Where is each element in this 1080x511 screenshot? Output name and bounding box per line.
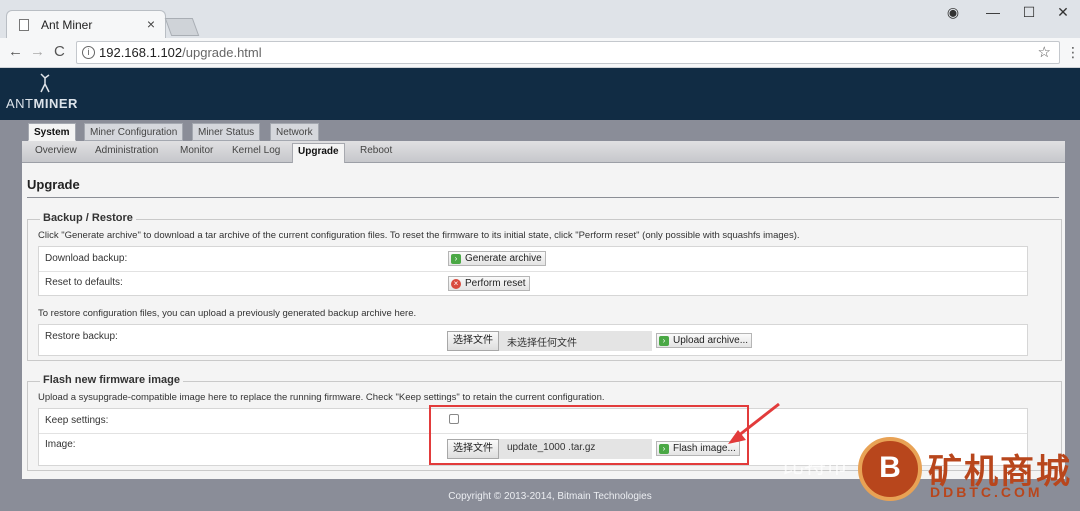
tab-miner-configuration[interactable]: Miner Configuration [84,123,184,141]
subtab-upgrade[interactable]: Upgrade [292,143,345,163]
page-title: Upgrade [27,177,80,192]
subtab-administration[interactable]: Administration [95,145,158,156]
tab-miner-status[interactable]: Miner Status [192,123,261,141]
section-legend: Backup / Restore [40,212,136,224]
close-window-button[interactable]: ✕ [1048,4,1078,24]
bookmark-star-icon[interactable]: ☆ [1038,43,1051,61]
maximize-button[interactable]: ☐ [1014,4,1044,24]
subtab-overview[interactable]: Overview [35,145,77,156]
logo-text: ANTMINER [6,96,78,111]
arrow-right-icon: › [451,254,461,264]
tab-title: Ant Miner [41,18,93,32]
profile-icon[interactable]: ◉ [938,4,968,24]
reset-defaults-label: Reset to defaults: [45,277,123,288]
keep-settings-label: Keep settings: [45,415,109,426]
page-icon [19,19,29,31]
image-label: Image: [45,439,76,450]
perform-reset-button[interactable]: × Perform reset [448,276,530,291]
browser-menu-icon[interactable]: ⋮ [1066,44,1080,61]
copyright-footer: Copyright © 2013-2014, Bitmain Technolog… [448,491,652,502]
arrow-right-icon: › [659,336,669,346]
reset-icon: × [451,279,461,289]
ant-logo-icon [38,72,52,99]
new-tab-button[interactable] [164,18,200,36]
watermark-logo: B [858,437,922,501]
tab-system[interactable]: System [28,123,76,141]
flash-description: Upload a sysupgrade-compatible image her… [38,392,605,403]
download-backup-label: Download backup: [45,253,128,264]
section-legend: Flash new firmware image [40,374,183,386]
minimize-button[interactable]: — [978,4,1008,24]
backup-rows: Download backup: › Generate archive Rese… [38,246,1028,296]
tab-network[interactable]: Network [270,123,319,141]
subtab-monitor[interactable]: Monitor [180,145,213,156]
back-arrow-icon[interactable]: ← [8,43,23,60]
divider [27,197,1059,198]
generate-archive-button[interactable]: › Generate archive [448,251,546,266]
annotation-arrow-icon [728,402,780,444]
restore-row: Restore backup: 选择文件 未选择任何文件 › Upload ar… [38,324,1028,356]
restore-file-input[interactable]: 选择文件 未选择任何文件 [447,331,652,351]
info-icon[interactable]: i [82,46,95,59]
restore-description: To restore configuration files, you can … [38,308,417,319]
reload-icon[interactable]: C [54,43,65,60]
url-text: 192.168.1.102/upgrade.html [99,45,262,60]
sub-navigation: Overview Administration Monitor Kernel L… [22,141,1065,163]
browser-toolbar: ← → C i 192.168.1.102/upgrade.html ☆ ⋮ [0,38,1080,68]
address-bar[interactable]: i 192.168.1.102/upgrade.html ☆ [76,41,1060,64]
tab-close-icon[interactable]: × [147,16,155,32]
upload-archive-button[interactable]: › Upload archive... [656,333,753,348]
forward-arrow-icon[interactable]: → [30,43,45,60]
no-file-text: 未选择任何文件 [507,338,577,349]
backup-description: Click "Generate archive" to download a t… [38,230,800,241]
subtab-reboot[interactable]: Reboot [360,145,392,156]
browser-tab[interactable]: Ant Miner × [6,10,166,38]
highlight-box [429,405,749,465]
restore-backup-label: Restore backup: [45,331,118,342]
watermark-domain: DDBTC.COM [930,484,1043,500]
watermark-text: 比特币 [782,453,849,478]
app-header: ANTMINER [0,68,1080,120]
subtab-kernel-log[interactable]: Kernel Log [232,145,280,156]
backup-restore-section: Backup / Restore Click "Generate archive… [27,212,1062,361]
choose-file-button[interactable]: 选择文件 [447,331,499,351]
browser-titlebar: Ant Miner × ◉ — ☐ ✕ [0,0,1080,38]
